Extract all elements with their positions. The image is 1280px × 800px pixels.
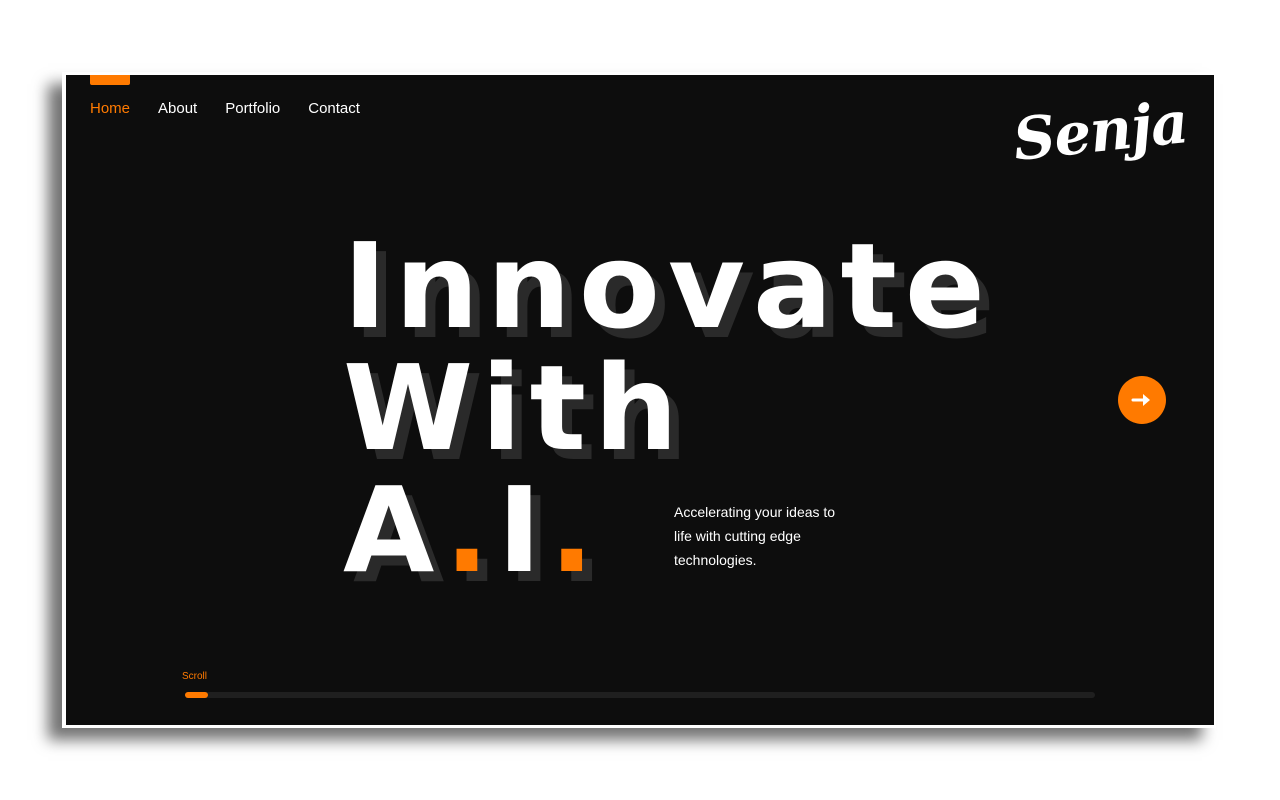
hero-line-3: A.I. xyxy=(343,469,993,591)
scroll-progress-fill xyxy=(185,692,208,698)
nav-item-contact[interactable]: Contact xyxy=(308,100,360,117)
hero-dot-2: . xyxy=(549,461,603,599)
main-nav: Home About Portfolio Contact xyxy=(90,100,360,117)
hero-tagline: Accelerating your ideas to life with cut… xyxy=(674,504,836,568)
hero-letter-a: A xyxy=(343,461,445,599)
hero-line-1: Innovate xyxy=(343,217,993,355)
scroll-label: Scroll xyxy=(182,671,208,682)
active-nav-indicator xyxy=(90,75,130,85)
brand-logo[interactable]: Senja xyxy=(1010,88,1191,174)
arrow-right-icon xyxy=(1131,394,1150,406)
nav-item-home[interactable]: Home xyxy=(90,100,130,117)
hero-page: Home About Portfolio Contact Senja Innov… xyxy=(66,75,1214,725)
nav-item-portfolio[interactable]: Portfolio xyxy=(225,100,280,117)
scroll-progress-track[interactable] xyxy=(185,692,1095,698)
nav-item-about[interactable]: About xyxy=(158,100,197,117)
hero-dot-1: . xyxy=(444,461,498,599)
hero-headline: Innovate With A.I. xyxy=(343,225,993,591)
next-slide-button[interactable] xyxy=(1118,376,1166,424)
hero-letter-i: I xyxy=(497,461,550,599)
hero-line-2: With xyxy=(343,339,687,477)
